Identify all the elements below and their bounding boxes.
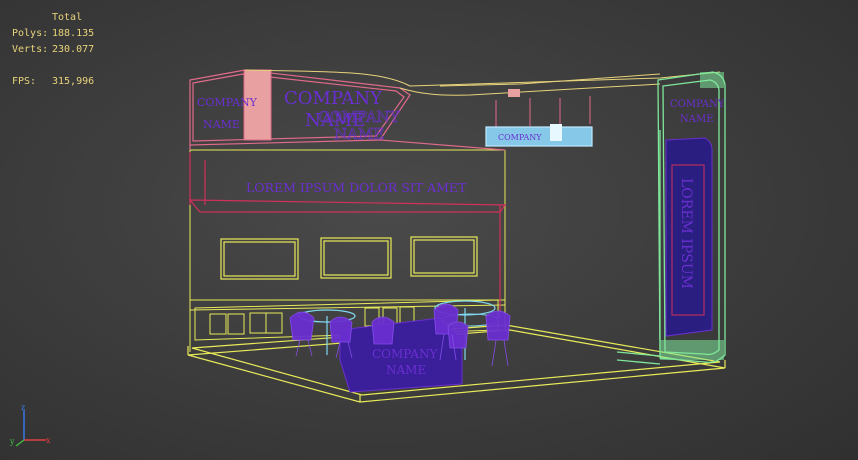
company-logo-right: COMPANY NAME	[670, 99, 725, 125]
screen-1	[220, 238, 299, 280]
wall-screens	[220, 236, 478, 280]
side-banner-text: LOREM IPSUM	[678, 178, 694, 289]
axis-gizmo: z x y	[9, 404, 51, 447]
hanging-sign	[495, 96, 591, 128]
company-logo-right-line1: COMPANY	[670, 99, 725, 110]
axis-z-label: z	[21, 404, 25, 412]
screen-2	[320, 237, 392, 279]
company-logo-fascia-echo-line2: NAME	[334, 125, 384, 143]
company-logo-fascia-line1: COMPANY	[284, 88, 383, 109]
right-wall-top	[700, 72, 724, 88]
roof-spot	[508, 89, 520, 97]
counter-logo-line1: COMPANY	[372, 347, 438, 361]
horizontal-banner	[188, 152, 507, 318]
3d-viewport-wireframe[interactable]: COMPANY NAME COMPANY NAME COMPANY NAME L…	[0, 0, 858, 460]
counter-logo-line2: NAME	[386, 363, 426, 377]
axis-y-label: y	[9, 437, 15, 446]
axis-x-label: x	[46, 436, 51, 445]
banner-text: LOREM IPSUM DOLOR SIT AMET	[246, 180, 467, 195]
screen-3	[410, 236, 478, 277]
company-logo-left-line2: NAME	[203, 118, 240, 131]
company-logo-left-line1: COMPANY	[197, 96, 258, 109]
hanging-sign-text: COMPANY	[498, 133, 542, 142]
company-logo-fascia-echo-line1: COMPANY	[318, 108, 401, 126]
right-wall-base	[660, 340, 724, 360]
company-logo-right-line2: NAME	[680, 114, 714, 125]
